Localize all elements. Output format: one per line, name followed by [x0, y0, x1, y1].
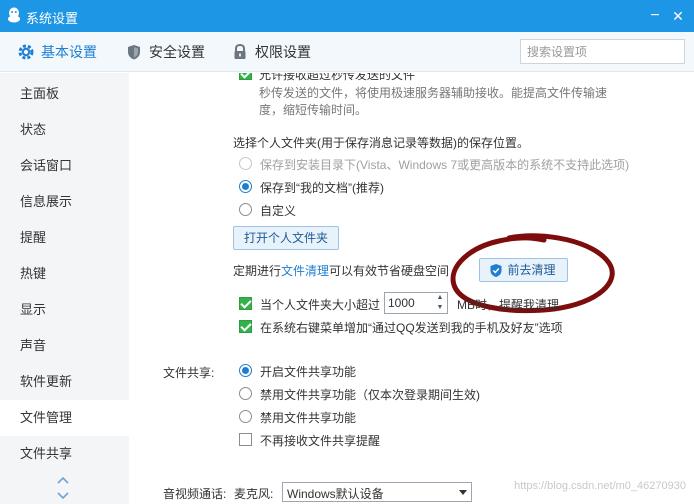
radio-save-my-documents-label: 保存到“我的文档”(推荐): [260, 181, 384, 195]
sidebar-item-sound[interactable]: 声音: [0, 328, 129, 364]
sidebar-item-hotkeys[interactable]: 热键: [0, 256, 129, 292]
window-title: 系统设置: [26, 11, 79, 26]
radio-disable-file-share[interactable]: [239, 410, 252, 423]
sidebar-item-file-management[interactable]: 文件管理: [0, 400, 129, 436]
sidebar-item-reminders[interactable]: 提醒: [0, 220, 129, 256]
title-bar: 系统设置 − ✕: [0, 0, 694, 32]
fast-transfer-hint-line1: 秒传发送的文件，将使用极速服务器辅助接收。能提高文件传输速: [259, 86, 608, 100]
gear-icon: [18, 44, 34, 60]
tab-bar: 基本设置 安全设置 权限设置: [0, 32, 694, 72]
cleanup-hint: 定期进行文件清理可以有效节省硬盘空间: [233, 262, 449, 279]
sidebar: 主面板 状态 会话窗口 信息展示 提醒 热键 显示 声音 软件更新 文件管理 文…: [0, 73, 129, 504]
fast-transfer-checkbox[interactable]: [239, 73, 252, 80]
qq-penguin-icon: [8, 7, 20, 23]
fast-transfer-label: 允许接收超过秒传发送的文件: [259, 73, 416, 82]
radio-save-install-dir[interactable]: [239, 157, 252, 170]
open-personal-folder-button[interactable]: 打开个人文件夹: [233, 226, 339, 250]
microphone-label: 麦克风:: [234, 487, 274, 501]
radio-custom-location-label: 自定义: [260, 204, 297, 218]
radio-custom-location[interactable]: [239, 203, 252, 216]
sidebar-item-info-display[interactable]: 信息展示: [0, 184, 129, 220]
tab-basic-settings[interactable]: 基本设置: [17, 32, 97, 72]
lock-icon: [234, 43, 246, 59]
tab-label: 权限设置: [255, 44, 311, 60]
radio-disable-file-share-label: 禁用文件共享功能: [260, 411, 357, 425]
sidebar-item-software-update[interactable]: 软件更新: [0, 364, 129, 400]
no-share-notify-checkbox[interactable]: [239, 433, 252, 446]
stepper-up-icon[interactable]: ▲: [433, 293, 447, 303]
radio-enable-file-share-label: 开启文件共享功能: [260, 365, 357, 379]
minimize-button[interactable]: −: [645, 6, 665, 26]
watermark: https://blog.csdn.net/m0_46270930: [514, 480, 686, 492]
settings-content: 允许接收超过秒传发送的文件 秒传发送的文件，将使用极速服务器辅助接收。能提高文件…: [129, 73, 694, 504]
file-cleanup-link[interactable]: 文件清理: [281, 264, 329, 278]
cleanup-hint-suffix: 可以有效节省硬盘空间: [329, 264, 450, 278]
size-limit-stepper[interactable]: ▲ ▼: [384, 292, 448, 314]
context-menu-checkbox[interactable]: [239, 320, 252, 333]
sidebar-item-chat-window[interactable]: 会话窗口: [0, 148, 129, 184]
cleanup-hint-prefix: 定期进行: [233, 264, 282, 278]
microphone-select[interactable]: Windows默认设备: [282, 482, 472, 502]
radio-disable-file-share-session-label: 禁用文件共享功能（仅本次登录期间生效): [260, 388, 480, 402]
size-alert-prefix: 当个人文件夹大小超过: [260, 298, 381, 312]
radio-save-my-documents[interactable]: [239, 180, 252, 193]
microphone-select-value: Windows默认设备: [287, 487, 384, 501]
fast-transfer-hint-line2: 度，缩短传输时间。: [259, 103, 368, 117]
folder-location-prompt: 选择个人文件夹(用于保存消息记录等数据)的保存位置。: [233, 136, 529, 150]
av-call-section-label: 音视频通话:: [163, 487, 227, 501]
sidebar-item-file-sharing[interactable]: 文件共享: [0, 436, 129, 472]
file-share-section-label: 文件共享:: [163, 366, 215, 380]
sidebar-item-status[interactable]: 状态: [0, 112, 129, 148]
size-alert-suffix: MB时，提醒我清理: [457, 298, 560, 312]
sidebar-item-main-panel[interactable]: 主面板: [0, 76, 129, 112]
tab-label: 基本设置: [41, 44, 97, 60]
close-button[interactable]: ✕: [668, 6, 688, 26]
radio-save-install-dir-label: 保存到安装目录下(Vista、Windows 7或更高版本的系统不支持此选项): [260, 158, 630, 172]
radio-disable-file-share-session[interactable]: [239, 387, 252, 400]
size-alert-checkbox[interactable]: [239, 297, 252, 310]
size-limit-input[interactable]: [385, 293, 433, 313]
shield-icon: [128, 45, 140, 60]
tab-label: 安全设置: [149, 44, 205, 60]
tab-permission-settings[interactable]: 权限设置: [231, 32, 311, 72]
context-menu-label: 在系统右键菜单增加“通过QQ发送到我的手机及好友”选项: [260, 321, 563, 335]
chevron-down-icon: [459, 490, 467, 495]
tab-security-settings[interactable]: 安全设置: [125, 32, 205, 72]
scroll-up-icon[interactable]: [57, 476, 69, 484]
stepper-down-icon[interactable]: ▼: [433, 303, 447, 313]
no-share-notify-label: 不再接收文件共享提醒: [260, 434, 381, 448]
scroll-down-icon[interactable]: [57, 492, 69, 500]
radio-enable-file-share[interactable]: [239, 364, 252, 377]
search-box[interactable]: [520, 39, 685, 64]
search-input[interactable]: [521, 40, 684, 63]
sidebar-item-display[interactable]: 显示: [0, 292, 129, 328]
